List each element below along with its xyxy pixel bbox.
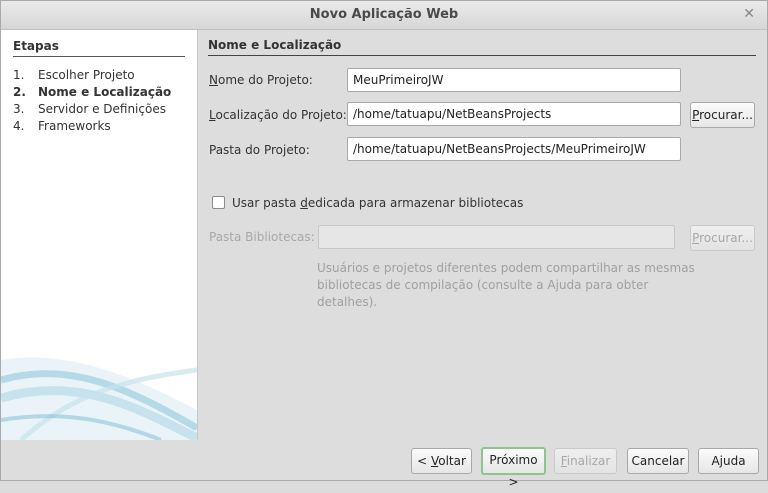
browse-libraries-button[interactable]: Procurar... [690,225,755,251]
help-button[interactable]: Ajuda [698,448,759,474]
project-folder-label: Pasta do Projeto: [209,143,310,157]
libraries-folder-field[interactable] [318,225,675,249]
project-location-field[interactable]: /home/tatuapu/NetBeansProjects [347,102,681,126]
libraries-hint-text: Usuários e projetos diferentes podem com… [317,261,695,309]
step-item: 3. Servidor e Definições [13,102,166,116]
back-button[interactable]: < Voltar [411,448,472,474]
libraries-folder-label: Pasta Bibliotecas: [209,230,315,244]
steps-list: 1. Escolher Projeto 2. Nome e Localização … [13,67,171,135]
project-name-field[interactable]: MeuPrimeiroJW [347,68,681,92]
window-title: Novo Aplicação Web [309,7,459,22]
close-icon[interactable]: ✕ [743,6,755,22]
project-folder-field[interactable]: /home/tatuapu/NetBeansProjects/MeuPrimei… [347,137,681,161]
project-location-label: Localização do Projeto: [209,108,347,122]
cancel-button[interactable]: Cancelar [627,448,689,474]
panel-heading: Nome e Localização [208,38,756,56]
step-item-current: 2. Nome e Localização [13,85,172,99]
dedicated-folder-checkbox-label[interactable]: Usar pasta dedicada para armazenar bibli… [232,196,523,210]
step-item: 1. Escolher Projeto [13,68,135,82]
browse-location-button[interactable]: Procurar... [690,102,755,128]
steps-panel: Etapas 1. Escolher Projeto 2. Nome e Local… [1,30,198,440]
title-bar: Novo Aplicação Web ✕ [1,1,767,30]
wizard-decoration-image [1,357,197,440]
dedicated-folder-checkbox[interactable] [212,196,225,209]
new-web-application-dialog: Novo Aplicação Web ✕ Etapas 1. Escolher P… [0,0,768,489]
step-item: 4. Frameworks [13,119,111,133]
finish-button[interactable]: Finalizar [554,448,617,474]
project-name-label: Nome do Projeto: [209,73,313,87]
next-button[interactable]: Próximo > [481,447,546,489]
steps-heading: Etapas [13,39,185,57]
